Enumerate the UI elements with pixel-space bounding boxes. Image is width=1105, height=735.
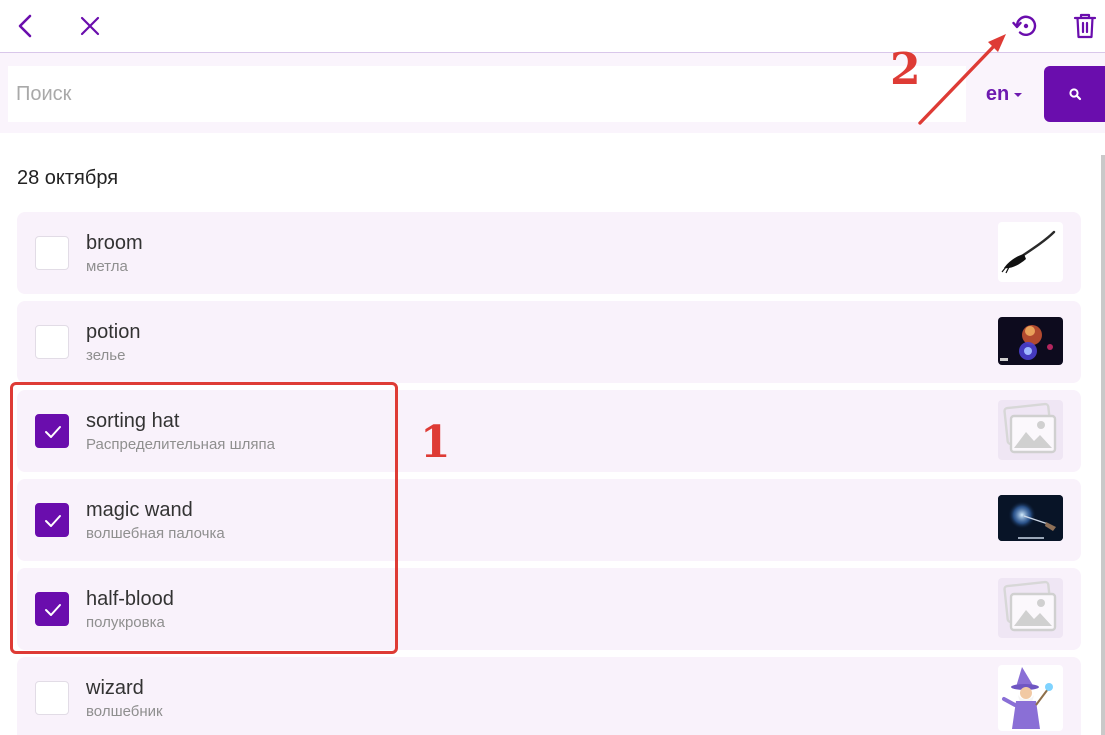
annotation-label-1: 1	[420, 417, 451, 468]
checkbox[interactable]	[35, 681, 69, 715]
translation-text: зелье	[86, 347, 126, 364]
wand-image	[998, 495, 1063, 541]
annotation-box	[10, 382, 398, 654]
word-card[interactable]: potion зелье	[17, 301, 1081, 383]
word-card[interactable]: wizard волшебник	[17, 657, 1081, 735]
wizard-image	[998, 665, 1063, 731]
scrollbar[interactable]	[1101, 155, 1105, 735]
search-input[interactable]	[8, 66, 966, 122]
potion-image	[998, 317, 1063, 365]
word-text: wizard	[86, 677, 144, 699]
image-placeholder-icon	[998, 578, 1063, 638]
checkbox[interactable]	[35, 325, 69, 359]
close-button[interactable]	[65, 0, 115, 52]
annotation-arrow	[918, 34, 1006, 125]
checkbox[interactable]	[35, 236, 69, 270]
word-text: potion	[86, 321, 141, 343]
broom-image	[998, 222, 1063, 282]
date-heading: 28 октября	[17, 167, 119, 189]
close-icon	[80, 16, 100, 36]
image-placeholder-icon	[998, 400, 1063, 460]
caret-down-icon	[1014, 93, 1023, 97]
back-button[interactable]	[0, 0, 50, 52]
word-card[interactable]: broom метла	[17, 212, 1081, 294]
search-button[interactable]	[1044, 66, 1105, 122]
restore-icon	[1012, 15, 1037, 36]
translation-text: волшебник	[86, 703, 163, 720]
trash-icon	[1073, 13, 1097, 39]
search-icon	[1068, 88, 1081, 101]
translation-text: метла	[86, 258, 128, 275]
back-icon	[18, 14, 32, 38]
word-text: broom	[86, 232, 143, 254]
delete-button[interactable]	[1060, 0, 1105, 52]
